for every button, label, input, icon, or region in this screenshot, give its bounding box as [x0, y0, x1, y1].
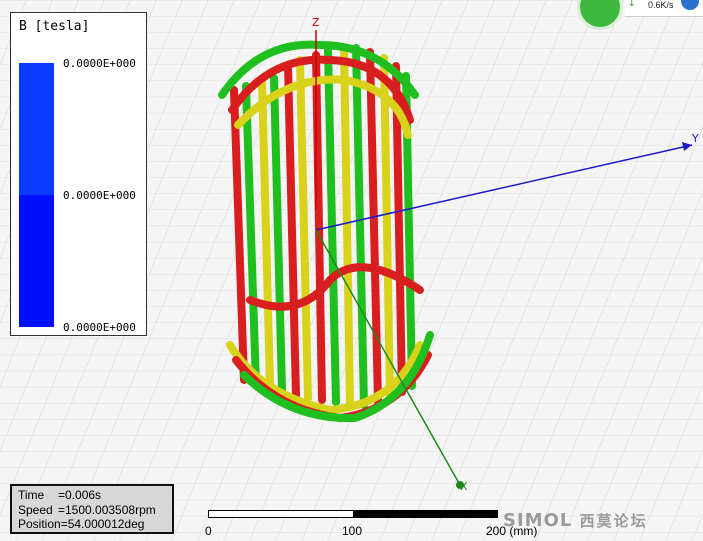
legend-colorbar	[19, 63, 54, 327]
legend-band-bottom	[19, 195, 54, 327]
simulation-info-box: Time =0.006s Speed =1500.003508rpm Positio…	[10, 484, 174, 534]
legend-value-min: 0.0000E+000	[63, 321, 136, 334]
brand-latin: SIMOL	[503, 510, 573, 531]
speed-key: Speed	[18, 502, 53, 517]
legend-band-top	[19, 63, 54, 195]
speed-value: =1500.003508rpm	[58, 502, 156, 517]
time-key: Time	[18, 488, 45, 502]
download-arrow-icon: ↓	[628, 0, 636, 9]
y-axis-label: Y	[691, 132, 699, 145]
legend-value-mid: 0.0000E+000	[63, 189, 136, 202]
field-legend: B [tesla] 0.0000E+000 0.0000E+000 0.0000…	[10, 12, 147, 336]
scale-seg-3	[353, 511, 497, 517]
time-value: =0.006s	[58, 488, 102, 502]
scale-label-0: 0	[205, 524, 212, 538]
3d-viewport[interactable]: Z Y X B [tesla] 0.0000E+000 0.0000E+000 …	[0, 0, 703, 541]
position-key: Position	[18, 517, 61, 531]
legend-title: B [tesla]	[19, 19, 90, 34]
position-value: =54.000012deg	[60, 517, 145, 531]
scale-seg-1	[209, 511, 281, 517]
x-axis-label: X	[460, 480, 468, 493]
scale-bar	[208, 510, 498, 518]
scale-label-100: 100	[342, 524, 363, 538]
brand-watermark: SIMOL 西莫论坛	[503, 510, 648, 531]
z-axis-label: Z	[312, 16, 320, 29]
brand-chinese: 西莫论坛	[579, 512, 648, 530]
legend-value-max: 0.0000E+000	[63, 57, 136, 70]
scale-seg-2	[281, 511, 353, 517]
network-rate: 0.6K/s	[648, 0, 674, 10]
